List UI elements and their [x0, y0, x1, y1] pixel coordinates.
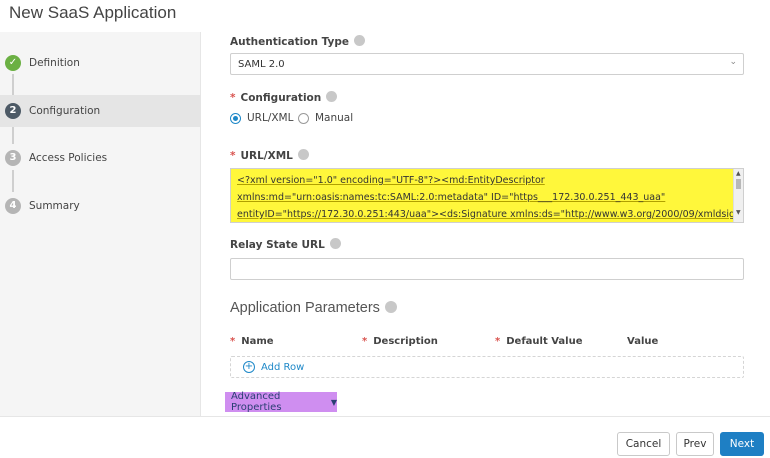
- help-icon[interactable]: [329, 238, 341, 249]
- auth-type-label: Authentication Type: [230, 35, 365, 48]
- scroll-up-icon[interactable]: ▲: [736, 170, 741, 177]
- step-label: Configuration: [29, 105, 101, 117]
- prev-button[interactable]: Prev: [676, 432, 714, 456]
- step-number: 2: [5, 103, 21, 119]
- cancel-button[interactable]: Cancel: [617, 432, 670, 456]
- chevron-down-icon: ▼: [330, 397, 337, 407]
- required-marker: *: [230, 92, 236, 104]
- step-number: 3: [5, 150, 21, 166]
- help-icon[interactable]: [353, 35, 365, 46]
- app-params-row: + Add Row: [230, 356, 744, 378]
- xml-line: xmlns:md="urn:oasis:names:tc:SAML:2.0:me…: [237, 192, 666, 203]
- step-summary[interactable]: 4 Summary: [0, 190, 201, 222]
- xml-line: entityID="https://172.30.0.251:443/uaa">…: [237, 209, 733, 220]
- url-xml-textarea[interactable]: <?xml version="1.0" encoding="UTF-8"?><m…: [230, 168, 744, 223]
- scroll-down-icon[interactable]: ▼: [736, 209, 741, 216]
- column-header-value: Value: [627, 336, 659, 347]
- step-number: 4: [5, 198, 21, 214]
- next-button[interactable]: Next: [720, 432, 764, 456]
- radio-selected-icon: [230, 112, 241, 124]
- chevron-down-icon: ⌄: [729, 57, 737, 67]
- column-header-default-value: * Default Value: [495, 336, 583, 347]
- help-icon[interactable]: [326, 91, 338, 102]
- scrollbar-thumb[interactable]: [736, 179, 741, 189]
- app-params-heading: Application Parameters: [230, 300, 397, 316]
- wizard-footer: Cancel Prev Next: [0, 416, 770, 458]
- wizard-steps-sidebar: ✓ Definition 2 Configuration 3 Access Po…: [0, 32, 201, 416]
- help-icon[interactable]: [297, 149, 309, 160]
- radio-url-xml[interactable]: URL/XML: [230, 112, 293, 124]
- relay-state-label: Relay State URL: [230, 238, 341, 251]
- radio-unselected-icon: [298, 112, 309, 124]
- step-definition[interactable]: ✓ Definition: [0, 47, 201, 79]
- window-title: New SaaS Application: [9, 3, 177, 22]
- title-bar: New SaaS Application: [0, 0, 770, 32]
- step-label: Definition: [29, 57, 80, 69]
- step-label: Access Policies: [29, 152, 108, 164]
- radio-manual[interactable]: Manual: [298, 112, 353, 124]
- plus-circle-icon: +: [243, 361, 255, 373]
- textarea-scrollbar[interactable]: ▲ ▼: [733, 169, 743, 222]
- column-header-description: * Description: [362, 336, 438, 347]
- url-xml-label: * URL/XML: [230, 149, 309, 162]
- xml-line: <?xml version="1.0" encoding="UTF-8"?><m…: [237, 175, 545, 186]
- step-access-policies[interactable]: 3 Access Policies: [0, 142, 201, 174]
- add-row-button[interactable]: + Add Row: [243, 361, 304, 373]
- help-icon[interactable]: [384, 301, 397, 313]
- required-marker: *: [362, 336, 368, 347]
- required-marker: *: [230, 150, 236, 162]
- checkmark-icon: ✓: [5, 55, 21, 71]
- auth-type-select[interactable]: SAML 2.0 ⌄: [230, 53, 744, 75]
- step-label: Summary: [29, 200, 80, 212]
- relay-state-input[interactable]: [230, 258, 744, 280]
- required-marker: *: [495, 336, 501, 347]
- column-header-name: * Name: [230, 336, 274, 347]
- advanced-properties-toggle[interactable]: Advanced Properties ▼: [225, 391, 337, 413]
- required-marker: *: [230, 336, 236, 347]
- configuration-form: Authentication Type SAML 2.0 ⌄ * Configur…: [202, 32, 770, 416]
- step-configuration[interactable]: 2 Configuration: [0, 95, 201, 127]
- configuration-label: * Configuration: [230, 91, 338, 104]
